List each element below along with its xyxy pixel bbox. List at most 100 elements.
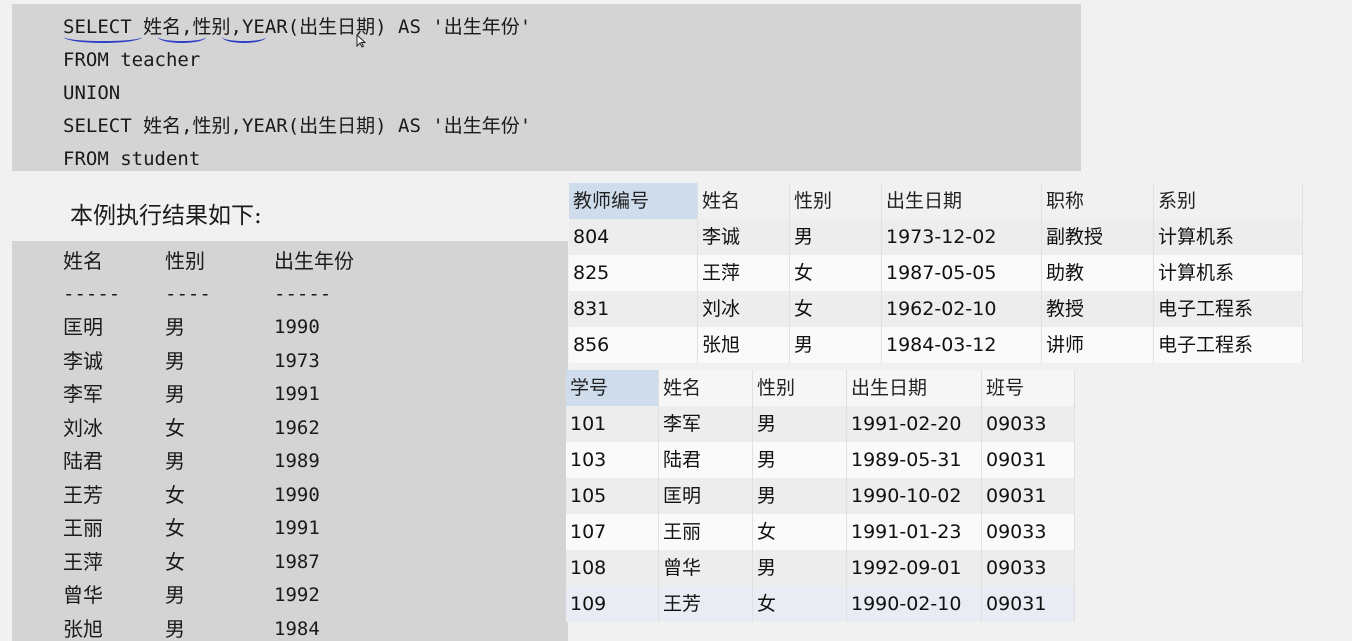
teacher-cell: 计算机系	[1153, 255, 1303, 291]
student-cell: 09033	[981, 514, 1075, 550]
result-separator: -----	[274, 283, 332, 305]
teacher-cell: 男	[789, 219, 882, 255]
student-cell: 王丽	[658, 514, 753, 550]
code-line-3: UNION	[63, 82, 121, 104]
result-name-cell: 李诚	[63, 348, 103, 373]
teacher-cell: 刘冰	[697, 291, 790, 327]
result-year-cell: 1991	[274, 517, 320, 539]
result-name-cell: 王芳	[63, 482, 103, 507]
table-row: 103 陆君男 1989-05-31 09031	[566, 442, 1075, 478]
student-header-cell: 出生日期	[846, 370, 982, 406]
result-header-gender: 性别	[165, 249, 205, 273]
pen-underline-select	[64, 31, 142, 43]
teacher-header-cell: 性别	[789, 183, 882, 219]
result-gender-cell: 男	[165, 382, 185, 406]
result-year-cell: 1990	[274, 483, 320, 506]
student-cell: 男	[752, 442, 847, 478]
teacher-cell: 1973-12-02	[881, 219, 1042, 255]
student-cell: 101	[566, 406, 659, 442]
pen-underline-name	[158, 31, 206, 43]
table-row: 109 王芳女 1990-02-10 09031	[566, 586, 1075, 622]
result-separator: -----	[63, 283, 121, 305]
result-year-cell: 1984	[274, 617, 320, 640]
student-cell: 1992-09-01	[846, 550, 982, 586]
student-cell: 男	[752, 550, 847, 586]
result-name-cell: 曾华	[63, 583, 103, 607]
code-line-5: FROM student	[63, 148, 201, 170]
code-line-4: SELECT 姓名,性别,YEAR(出生日期) AS '出生年份'	[63, 115, 532, 137]
result-name-cell: 匡明	[63, 315, 103, 339]
student-cell: 女	[752, 586, 847, 622]
teacher-cell: 助教	[1041, 255, 1154, 291]
student-cell: 09031	[981, 586, 1075, 622]
teacher-cell: 副教授	[1041, 219, 1154, 255]
mouse-pointer-icon	[356, 34, 366, 48]
teacher-header-cell: 职称	[1041, 183, 1154, 219]
student-cell: 107	[566, 514, 659, 550]
result-year-cell: 1991	[274, 383, 320, 405]
result-year-cell: 1990	[274, 316, 320, 338]
student-cell: 陆君	[658, 442, 753, 478]
teacher-cell: 女	[789, 291, 882, 327]
student-cell: 1989-05-31	[846, 442, 982, 478]
result-name-cell: 陆君	[63, 449, 103, 473]
student-header-cell: 班号	[981, 370, 1075, 406]
result-name-cell: 李军	[63, 382, 103, 406]
teacher-cell: 856	[569, 327, 698, 363]
student-cell: 男	[752, 406, 847, 442]
student-cell: 1990-10-02	[846, 478, 982, 514]
student-cell: 09033	[981, 550, 1075, 586]
teacher-header-cell: 系别	[1153, 183, 1303, 219]
result-gender-cell: 女	[165, 482, 185, 507]
student-cell: 女	[752, 514, 847, 550]
teacher-cell: 男	[789, 327, 882, 363]
result-gender-cell: 男	[165, 583, 185, 607]
table-row: 856 张旭男 1984-03-12 讲师 电子工程系	[569, 327, 1303, 363]
student-cell: 109	[566, 586, 659, 622]
table-row: 831 刘冰女 1962-02-10 教授 电子工程系	[569, 291, 1303, 327]
result-year-cell: 1992	[274, 584, 320, 606]
result-gender-cell: 男	[165, 348, 185, 373]
result-gender-cell: 男	[165, 315, 185, 339]
student-cell: 108	[566, 550, 659, 586]
table-row: 804 李诚男 1973-12-02 副教授 计算机系	[569, 219, 1303, 255]
teacher-cell: 讲师	[1041, 327, 1154, 363]
student-cell: 103	[566, 442, 659, 478]
teacher-header-row: 教师编号 姓名 性别 出生日期 职称 系别	[569, 183, 1303, 219]
teacher-cell: 804	[569, 219, 698, 255]
result-year-cell: 1973	[274, 349, 320, 372]
query-result-block: 姓名 性别 出生年份 ----- ---- ----- 匡明男 1990 李诚男 19…	[12, 241, 568, 641]
result-gender-cell: 男	[165, 449, 185, 473]
table-row: 101 李军男 1991-02-20 09033	[566, 406, 1075, 442]
student-cell: 曾华	[658, 550, 753, 586]
student-cell: 匡明	[658, 478, 753, 514]
teacher-cell: 1987-05-05	[881, 255, 1042, 291]
teacher-cell: 李诚	[697, 219, 790, 255]
teacher-header-cell: 出生日期	[881, 183, 1042, 219]
student-header-row: 学号 姓名 性别 出生日期 班号	[566, 370, 1075, 406]
student-cell: 09033	[981, 406, 1075, 442]
result-gender-cell: 女	[165, 516, 185, 540]
student-cell: 09031	[981, 442, 1075, 478]
teacher-table: 教师编号 姓名 性别 出生日期 职称 系别 804 李诚男 1973-12-02 副教授 计算机系 8…	[569, 183, 1303, 363]
result-gender-cell: 女	[165, 549, 185, 574]
result-name-cell: 王丽	[63, 516, 103, 540]
teacher-header-cell: 教师编号	[569, 183, 698, 219]
student-cell: 105	[566, 478, 659, 514]
result-header-year: 出生年份	[274, 249, 354, 273]
student-cell: 09031	[981, 478, 1075, 514]
sql-code-block: SELECT 姓名,性别,YEAR(出生日期) AS '出生年份' FROM t…	[12, 4, 1081, 171]
teacher-cell: 1962-02-10	[881, 291, 1042, 327]
teacher-cell: 女	[789, 255, 882, 291]
result-gender-cell: 女	[165, 415, 185, 440]
table-row: 107 王丽女 1991-01-23 09033	[566, 514, 1075, 550]
student-header-cell: 学号	[566, 370, 659, 406]
result-year-cell: 1962	[274, 416, 320, 439]
student-cell: 1991-01-23	[846, 514, 982, 550]
result-year-cell: 1987	[274, 550, 320, 573]
teacher-header-cell: 姓名	[697, 183, 790, 219]
teacher-cell: 王萍	[697, 255, 790, 291]
teacher-cell: 电子工程系	[1153, 327, 1303, 363]
student-header-cell: 姓名	[658, 370, 753, 406]
pen-underline-gender	[222, 31, 266, 43]
